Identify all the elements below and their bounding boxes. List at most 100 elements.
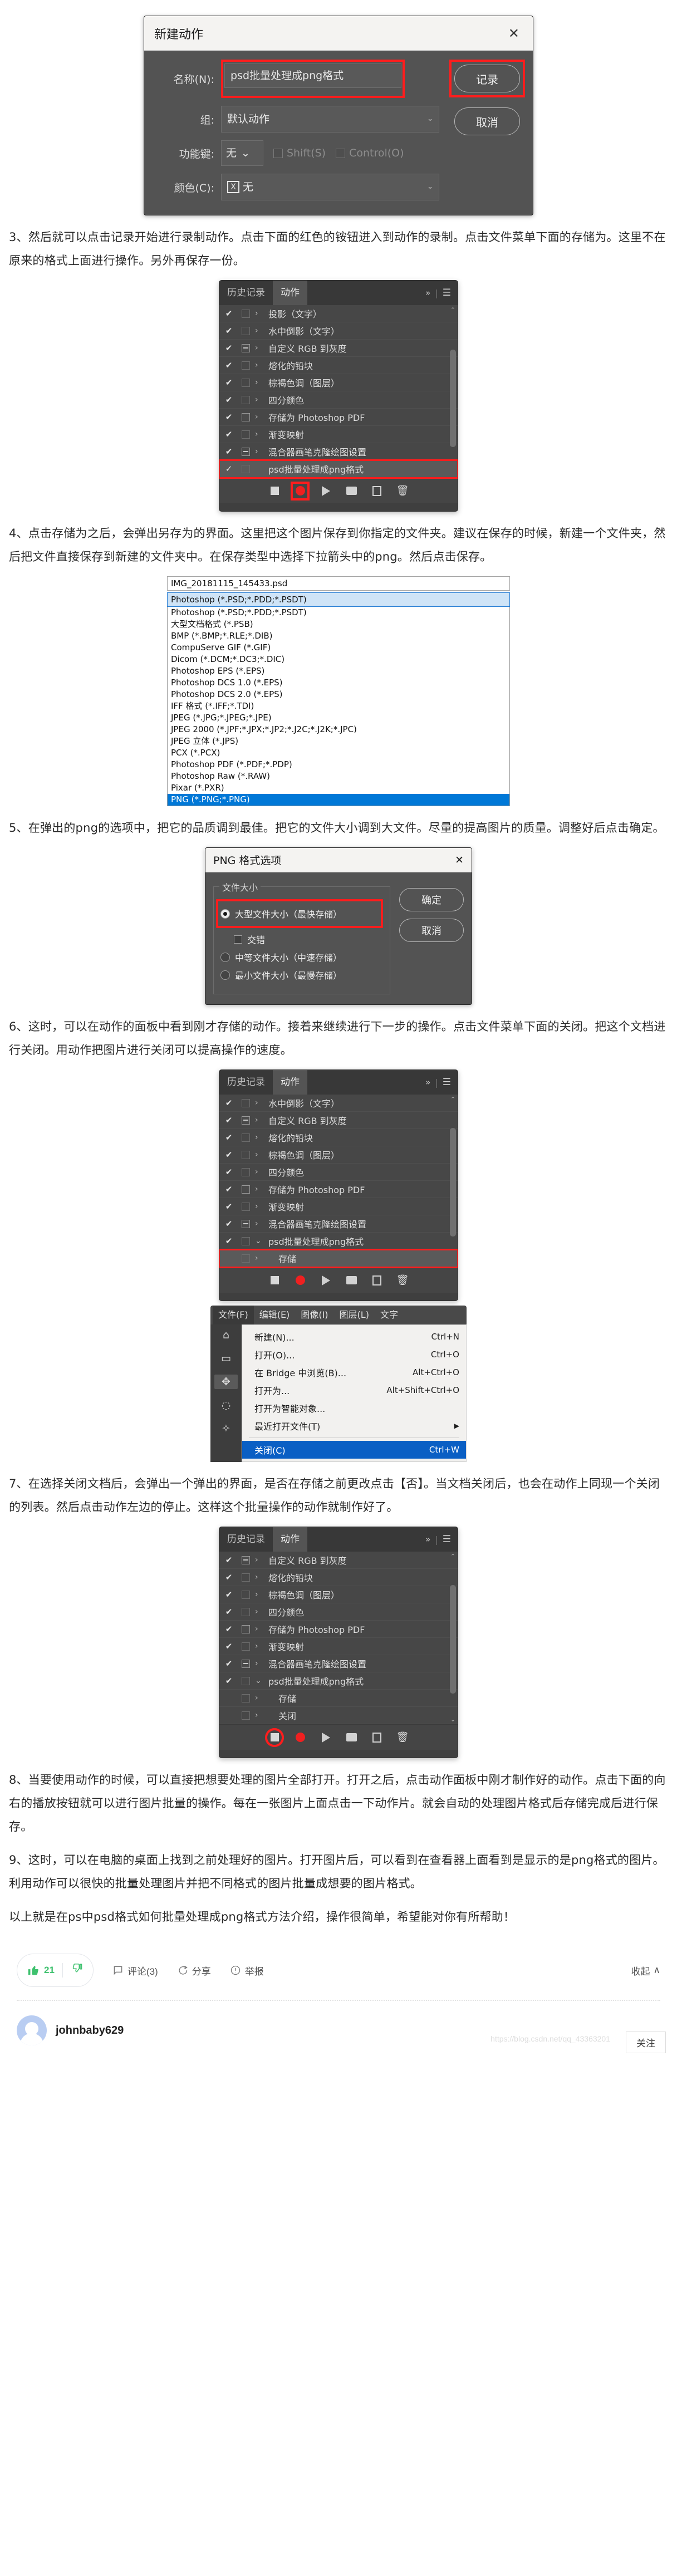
control-checkbox[interactable]: Control(O) (336, 147, 404, 159)
ok-button[interactable]: 确定 (399, 888, 464, 911)
expand-arrow-icon[interactable]: › (255, 1167, 268, 1176)
close-icon[interactable]: ✕ (455, 854, 464, 866)
expand-arrow-icon[interactable]: › (255, 1573, 268, 1582)
format-option[interactable]: Photoshop Raw (*.RAW) (168, 771, 509, 782)
cancel-button[interactable]: 取消 (399, 919, 464, 942)
expand-arrow-icon[interactable]: › (255, 344, 268, 352)
action-dialog-toggle[interactable] (236, 1642, 255, 1651)
expand-arrow-icon[interactable]: › (255, 1625, 268, 1633)
format-option[interactable]: BMP (*.BMP;*.RLE;*.DIB) (168, 630, 509, 642)
expand-arrow-icon[interactable]: ⌄ (255, 1237, 268, 1245)
action-enabled-check[interactable]: ✔ (222, 308, 236, 318)
home-icon[interactable]: ⌂ (223, 1328, 229, 1342)
action-enabled-check[interactable]: ✔ (222, 1589, 236, 1599)
chevrons-right-icon[interactable]: » (423, 1534, 433, 1544)
action-enabled-check[interactable]: ✔ (222, 1607, 236, 1617)
action-row[interactable]: ✔ › 棕褐色调（图层） (219, 1146, 458, 1164)
function-key-select[interactable]: 无 ⌄ (221, 140, 263, 166)
follow-button[interactable]: 关注 (626, 2032, 666, 2053)
panel-scrollbar[interactable]: ⌃ ⌄ (450, 1095, 456, 1267)
action-enabled-check[interactable]: ✔ (222, 1641, 236, 1651)
expand-arrow-icon[interactable]: › (255, 1150, 268, 1159)
menu-item[interactable]: 打开(O)... Ctrl+O (242, 1346, 466, 1363)
lasso-icon[interactable]: ◌ (222, 1398, 231, 1412)
action-dialog-toggle[interactable] (236, 1607, 255, 1616)
expand-arrow-icon[interactable]: › (255, 1590, 268, 1599)
action-dialog-toggle[interactable] (236, 1659, 255, 1668)
action-dialog-toggle[interactable] (236, 1711, 255, 1720)
action-enabled-check[interactable]: ✔ (222, 1167, 236, 1177)
trash-icon[interactable]: 🗑 (396, 1731, 409, 1743)
menubar-item[interactable]: 图像(I) (295, 1306, 333, 1324)
action-row[interactable]: ✔ › 存储为 Photoshop PDF (219, 409, 458, 426)
radio-large-file[interactable]: 大型文件大小（最快存储） (220, 907, 379, 920)
expand-arrow-icon[interactable]: › (255, 395, 268, 404)
expand-arrow-icon[interactable]: ⌄ (255, 1676, 268, 1685)
action-row[interactable]: ✔ › 混合器画笔克隆绘图设置 (219, 1215, 458, 1233)
action-dialog-toggle[interactable] (236, 1676, 255, 1685)
panel-scrollbar[interactable]: ⌃ ⌄ (450, 1552, 456, 1724)
tab-history[interactable]: 历史记录 (219, 1527, 273, 1552)
menu-item[interactable]: 打开为... Alt+Shift+Ctrl+O (242, 1381, 466, 1399)
format-option[interactable]: PCX (*.PCX) (168, 747, 509, 759)
action-row[interactable]: ✔ › 存储为 Photoshop PDF (219, 1621, 458, 1638)
format-option-list[interactable]: Photoshop (*.PSD;*.PDD;*.PSDT) 大型文档格式 (*.… (167, 607, 510, 806)
action-enabled-check[interactable]: ✔ (222, 1132, 236, 1142)
action-enabled-check[interactable]: ✔ (222, 1115, 236, 1125)
expand-arrow-icon[interactable]: › (255, 1254, 268, 1263)
panel-menu-icon[interactable]: ☰ (440, 287, 458, 298)
trash-icon[interactable]: 🗑 (396, 1274, 409, 1286)
scroll-up-icon[interactable]: ⌃ (450, 306, 456, 313)
action-enabled-check[interactable]: ✔ (222, 1150, 236, 1160)
radio-medium-file[interactable]: 中等文件大小（中速存储） (220, 950, 383, 964)
folder-icon[interactable] (346, 1275, 357, 1286)
tab-history[interactable]: 历史记录 (219, 281, 273, 305)
expand-arrow-icon[interactable]: › (255, 378, 268, 387)
format-option[interactable]: JPEG 2000 (*.JPF;*.JPX;*.JP2;*.J2C;*.J2K… (168, 724, 509, 735)
tab-actions[interactable]: 动作 (273, 1527, 307, 1552)
action-enabled-check[interactable]: ✔ (222, 326, 236, 336)
action-row[interactable]: ✔ › 存储为 Photoshop PDF (219, 1181, 458, 1198)
action-row[interactable]: ✔ › 熔化的铅块 (219, 1569, 458, 1586)
action-dialog-toggle[interactable] (236, 1167, 255, 1176)
expand-arrow-icon[interactable]: › (255, 1642, 268, 1651)
radio-small-file[interactable]: 最小文件大小（最慢存储） (220, 968, 383, 982)
expand-arrow-icon[interactable]: › (255, 1607, 268, 1616)
action-dialog-toggle[interactable] (236, 1185, 255, 1194)
new-action-icon[interactable] (371, 1732, 382, 1743)
group-select[interactable]: 默认动作 ⌄ (221, 106, 439, 133)
format-option[interactable]: Photoshop (*.PSD;*.PDD;*.PSDT) (168, 607, 509, 619)
record-icon[interactable] (295, 1732, 306, 1743)
record-icon[interactable] (291, 481, 310, 501)
format-option[interactable]: JPEG 立体 (*.JPS) (168, 735, 509, 747)
action-dialog-toggle[interactable] (236, 1098, 255, 1107)
stop-icon[interactable] (269, 485, 280, 497)
color-select[interactable]: X 无 ⌄ (221, 174, 439, 200)
action-enabled-check[interactable]: ✔ (222, 1184, 236, 1194)
action-enabled-check[interactable]: ✔ (222, 1676, 236, 1686)
action-row[interactable]: ✔ ⌄ psd批量处理成png格式 (219, 1233, 458, 1250)
name-input[interactable]: psd批量处理成png格式 (224, 63, 401, 88)
menubar-item[interactable]: 图层(L) (334, 1306, 375, 1324)
folder-icon[interactable] (346, 1732, 357, 1743)
action-row[interactable]: ✔ › 四分颜色 (219, 391, 458, 409)
expand-arrow-icon[interactable]: › (255, 1202, 268, 1211)
format-option[interactable]: CompuServe GIF (*.GIF) (168, 642, 509, 654)
like-button[interactable]: 21 (27, 1964, 55, 1976)
action-row[interactable]: ✔ › 水中倒影（文字） (219, 322, 458, 340)
menubar-item[interactable]: 文件(F) (213, 1306, 254, 1324)
action-dialog-toggle[interactable] (236, 1219, 255, 1228)
menubar-item[interactable]: 文字 (375, 1306, 404, 1324)
action-enabled-check[interactable]: ✔ (222, 377, 236, 387)
scrollbar-thumb[interactable] (450, 1585, 456, 1694)
format-option[interactable]: Photoshop DCS 1.0 (*.EPS) (168, 677, 509, 689)
action-dialog-toggle[interactable] (236, 464, 255, 473)
record-icon[interactable] (295, 1275, 306, 1286)
expand-arrow-icon[interactable]: › (255, 1219, 268, 1228)
action-dialog-toggle[interactable] (236, 361, 255, 370)
expand-arrow-icon[interactable]: › (255, 413, 268, 421)
action-row[interactable]: ✔ › 熔化的铅块 (219, 357, 458, 374)
expand-arrow-icon[interactable]: › (255, 326, 268, 335)
interlace-checkbox[interactable]: 交错 (220, 933, 383, 946)
action-dialog-toggle[interactable] (236, 378, 255, 387)
